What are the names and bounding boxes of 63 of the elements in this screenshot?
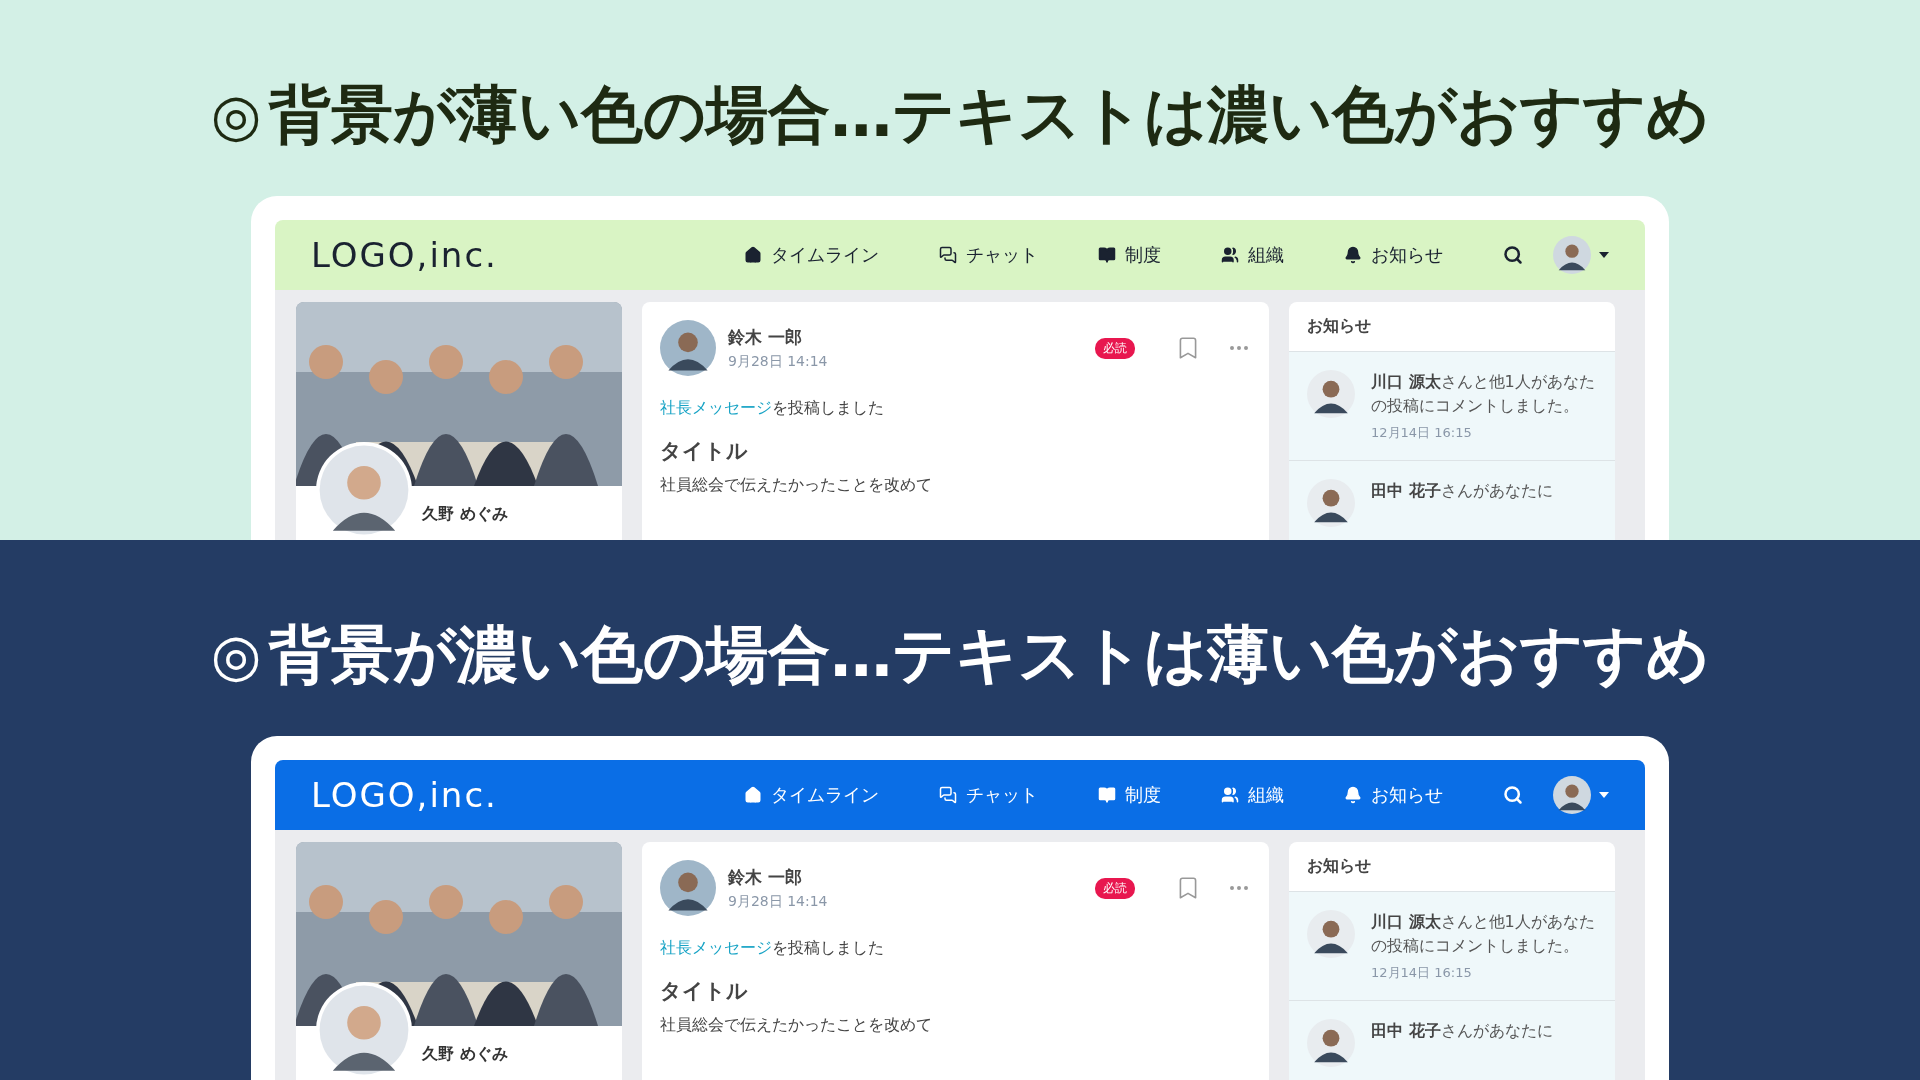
nav-link[interactable]: タイムライン [744,783,879,808]
author-avatar [660,860,716,917]
user-avatar [1553,236,1591,275]
author-name: 鈴木 一郎 [728,325,803,349]
nav-link[interactable]: チャット [939,783,1038,808]
notification-item[interactable]: 川口 源太さんと他1人があなたの投稿にコメントしました。 12月14日 16:15 [1289,892,1615,1002]
post-date: 9月28日 14:14 [728,892,828,911]
book-icon [1098,246,1116,265]
heading: 背景が薄い色の場合…テキストは濃い色がおすすめ [269,78,1710,153]
author-name: 鈴木 一郎 [728,865,803,889]
heading: 背景が濃い色の場合…テキストは薄い色がおすすめ [269,618,1710,693]
nav-link[interactable]: 制度 [1098,243,1161,268]
logo: LOGO,inc. [311,775,498,816]
user-menu[interactable] [1553,776,1609,815]
notifier-avatar [1307,370,1355,419]
post-body: 社員総会で伝えたかったことを改めて [660,475,933,497]
users-icon [1221,786,1239,805]
nav-link[interactable]: お知らせ [1344,783,1443,808]
notification-item[interactable]: 田中 花子さんがあなたに [1289,461,1615,540]
double-circle-mark: ◎ [210,86,262,145]
chat-icon [939,786,957,805]
notification-item[interactable]: 川口 源太さんと他1人があなたの投稿にコメントしました。 12月14日 16:15 [1289,352,1615,462]
nav-link[interactable]: 組織 [1221,783,1284,808]
required-badge: 必読 [1095,877,1135,899]
post-date: 9月28日 14:14 [728,352,828,371]
caret-icon [1599,252,1609,259]
post-body: 社員総会で伝えたかったことを改めて [660,1015,933,1037]
required-badge: 必読 [1095,337,1135,359]
logo: LOGO,inc. [311,235,498,276]
post-title: タイトル [660,438,749,466]
nav-link[interactable]: 制度 [1098,783,1161,808]
user-avatar [1553,776,1591,815]
users-icon [1221,246,1239,265]
user-menu[interactable] [1553,236,1609,275]
notifier-avatar [1307,479,1355,528]
profile-name: 久野 めぐみ [422,504,509,526]
notification-time: 12月14日 16:15 [1371,964,1473,983]
search-button[interactable] [1503,245,1523,266]
nav-link[interactable]: タイムライン [744,243,879,268]
home-icon [744,246,762,265]
post-summary: 社長メッセージを投稿しました [660,398,885,420]
notification-text: 田中 花子さんがあなたに [1371,1020,1553,1043]
notification-text: 川口 源太さんと他1人があなたの投稿にコメントしました。 [1371,911,1596,958]
post-summary: 社長メッセージを投稿しました [660,938,885,960]
notifier-avatar [1307,1019,1355,1068]
double-circle-mark: ◎ [210,626,262,685]
nav-link[interactable]: チャット [939,243,1038,268]
notification-item[interactable]: 田中 花子さんがあなたに [1289,1001,1615,1080]
bell-icon [1344,786,1362,805]
bell-icon [1344,246,1362,265]
author-avatar [660,320,716,377]
nav-link[interactable]: 組織 [1221,243,1284,268]
book-icon [1098,786,1116,805]
profile-name: 久野 めぐみ [422,1044,509,1066]
notification-time: 12月14日 16:15 [1371,424,1473,443]
notifier-avatar [1307,910,1355,959]
notification-text: 川口 源太さんと他1人があなたの投稿にコメントしました。 [1371,371,1596,418]
post-title: タイトル [660,978,749,1006]
chat-icon [939,246,957,265]
caret-icon [1599,792,1609,799]
notification-text: 田中 花子さんがあなたに [1371,480,1553,503]
home-icon [744,786,762,805]
nav-link[interactable]: お知らせ [1344,243,1443,268]
